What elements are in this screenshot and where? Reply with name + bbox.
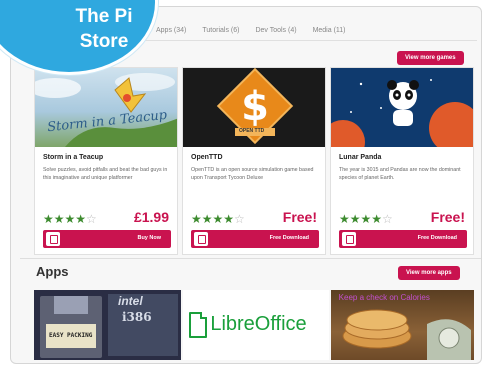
- i386-text: i386: [122, 310, 152, 324]
- game-description: The year is 3015 and Pandas are now the …: [339, 167, 461, 181]
- tab-dev-tools[interactable]: Dev Tools (4): [255, 27, 296, 34]
- view-more-games-button[interactable]: View more games: [397, 51, 464, 65]
- storm-in-a-teacup-thumbnail: Storm in a Teacup: [35, 68, 177, 147]
- libreoffice-logo-text: LibreOffice: [210, 313, 306, 336]
- floppy-disk-icon: EASY PACKING: [40, 296, 102, 358]
- document-icon: [194, 232, 208, 246]
- free-download-button[interactable]: Free Download: [339, 230, 467, 248]
- game-card-lunar-panda[interactable]: Lunar Panda The year is 3015 and Pandas …: [330, 67, 474, 255]
- action-label: Free Download: [269, 235, 309, 241]
- intel-logo-text: intel: [118, 294, 143, 308]
- apps-row: EASY PACKING intel i386 LibreOffice Keep…: [34, 290, 474, 360]
- libreoffice-label: LibreOffice: [210, 313, 307, 335]
- game-title[interactable]: Storm in a Teacup: [43, 154, 103, 161]
- app-tile-libreoffice[interactable]: LibreOffice: [183, 290, 329, 360]
- game-price: Free!: [430, 209, 465, 225]
- lunar-panda-art: [331, 79, 473, 147]
- game-title[interactable]: Lunar Panda: [339, 154, 381, 161]
- star-icon: ★★★★: [43, 212, 87, 226]
- page-fold: [200, 312, 208, 319]
- svg-text:$: $: [241, 84, 269, 130]
- game-title[interactable]: OpenTTD: [191, 154, 223, 161]
- game-description: OpenTTD is an open source simulation gam…: [191, 167, 314, 181]
- action-label: Free Download: [417, 235, 457, 241]
- storm-art: [35, 73, 177, 147]
- badge-line-1: The Pi: [75, 6, 133, 27]
- app-tile-intel-386[interactable]: EASY PACKING intel i386: [34, 290, 182, 360]
- tab-media[interactable]: Media (11): [313, 27, 346, 34]
- thumbnail-caption: OPEN TTD: [239, 128, 265, 134]
- category-tabs: Apps (34) Tutorials (6) Dev Tools (4) Me…: [156, 27, 346, 34]
- buy-now-button[interactable]: Buy Now: [43, 230, 171, 248]
- libreoffice-document-icon: [189, 312, 208, 338]
- openttd-logo: $: [216, 68, 294, 145]
- star-empty-icon: ☆: [234, 212, 245, 226]
- game-description: Solve puzzles, avoid pitfalls and beat t…: [43, 167, 168, 181]
- games-row: Storm in a Teacup Storm in a Teacup Solv…: [34, 67, 474, 255]
- badge-title: The Pi Store: [44, 4, 164, 54]
- section-divider: [20, 258, 481, 259]
- rating-stars: ★★★★☆: [339, 212, 393, 226]
- openttd-thumbnail: $ OPEN TTD: [183, 68, 325, 147]
- game-card-openttd[interactable]: $ OPEN TTD OpenTTD OpenTTD is an open so…: [182, 67, 326, 255]
- star-icon: ★★★★: [339, 212, 383, 226]
- game-card-storm-in-a-teacup[interactable]: Storm in a Teacup Storm in a Teacup Solv…: [34, 67, 178, 255]
- star-empty-icon: ☆: [382, 212, 393, 226]
- rating-stars: ★★★★☆: [43, 212, 97, 226]
- star-icon: ★★★★: [191, 212, 235, 226]
- star-empty-icon: ☆: [86, 212, 97, 226]
- badge-line-2: Store: [79, 31, 129, 52]
- apps-section-title: Apps: [36, 264, 69, 279]
- rating-stars: ★★★★☆: [191, 212, 245, 226]
- action-label: Buy Now: [137, 235, 161, 241]
- tab-tutorials[interactable]: Tutorials (6): [202, 27, 239, 34]
- game-price: Free!: [282, 209, 317, 225]
- document-icon: [342, 232, 356, 246]
- floppy-shutter: [54, 296, 88, 314]
- view-more-apps-button[interactable]: View more apps: [398, 266, 460, 280]
- lunar-panda-thumbnail: [331, 68, 473, 147]
- floppy-caption: EASY PACKING: [49, 332, 93, 339]
- game-price: £1.99: [133, 209, 169, 225]
- cookies-icon: [342, 309, 471, 360]
- free-download-button[interactable]: Free Download: [191, 230, 319, 248]
- document-icon: [46, 232, 60, 246]
- app-tile-calorie-checker[interactable]: Keep a check on Calories: [330, 290, 474, 360]
